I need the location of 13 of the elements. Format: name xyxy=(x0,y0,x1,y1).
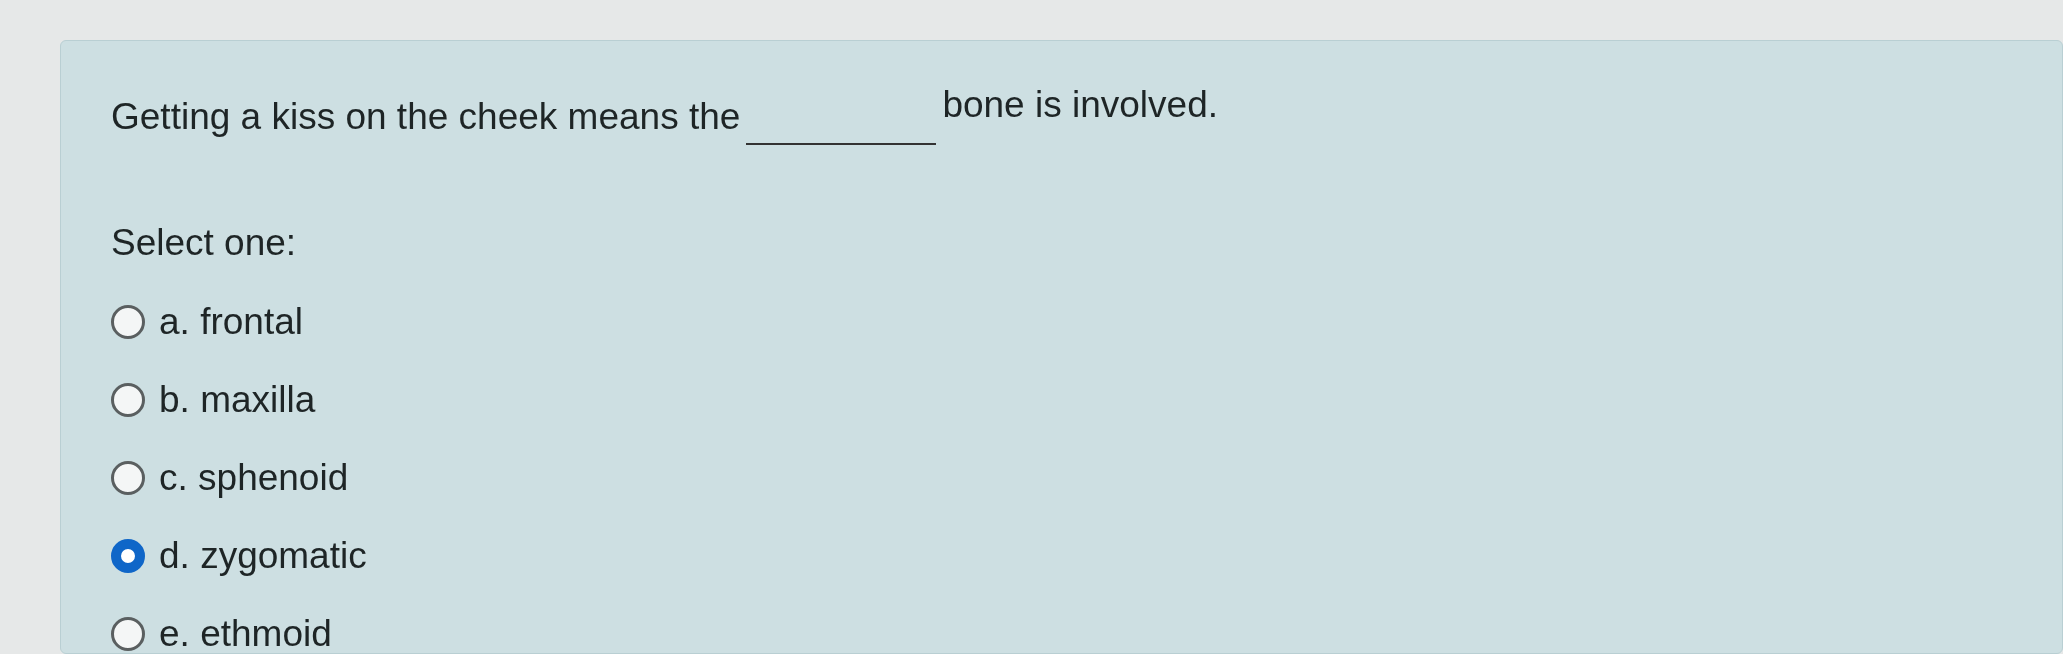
radio-button[interactable] xyxy=(111,539,145,573)
option-label[interactable]: e. ethmoid xyxy=(159,606,332,654)
question-text: bone is involved. xyxy=(942,83,1218,127)
question-text: Getting a kiss on the cheek means the xyxy=(111,95,741,139)
radio-button[interactable] xyxy=(111,461,145,495)
radio-button[interactable] xyxy=(111,383,145,417)
radio-button[interactable] xyxy=(111,617,145,651)
instruction-text: Select one: xyxy=(111,220,298,265)
option-label[interactable]: a. frontal xyxy=(159,294,303,350)
option-label[interactable]: d. zygomatic xyxy=(159,528,367,584)
radio-button[interactable] xyxy=(111,305,145,339)
option-label[interactable]: c. sphenoid xyxy=(159,450,349,506)
option-label[interactable]: b. maxilla xyxy=(159,372,316,428)
